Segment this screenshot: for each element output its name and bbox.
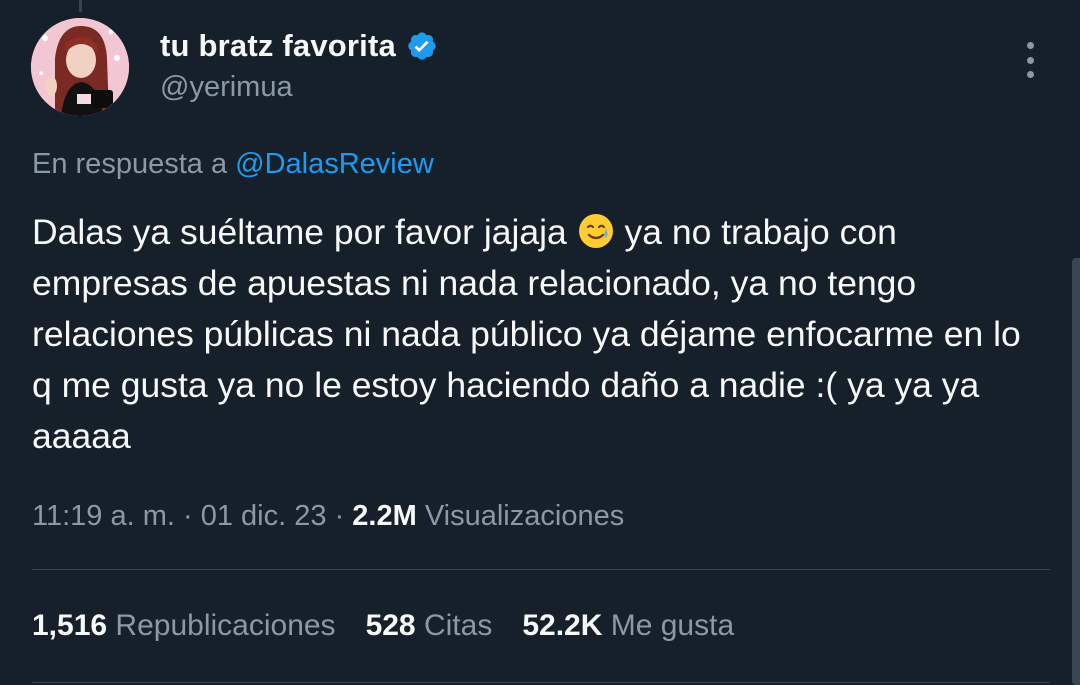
- more-dot-icon: [1026, 71, 1034, 78]
- tweet-date[interactable]: 01 dic. 23: [201, 500, 327, 532]
- more-dot-icon: [1026, 42, 1034, 49]
- smiling-face-with-tear-icon: [577, 212, 615, 250]
- meta-separator: ·: [334, 500, 345, 532]
- reposts-count: 1,516: [32, 609, 108, 642]
- avatar[interactable]: [31, 18, 129, 116]
- likes-count: 52.2K: [522, 609, 603, 642]
- verified-badge-icon: [406, 30, 438, 62]
- thread-connector-line: [79, 0, 82, 12]
- tweet-time[interactable]: 11:19 a. m.: [32, 500, 175, 532]
- quotes-label: Citas: [423, 609, 493, 642]
- reply-context: En respuesta a @DalasReview: [32, 148, 434, 181]
- tweet-text-part-1: Dalas ya suéltame por favor jajaja: [32, 212, 577, 252]
- reposts-label: Republicaciones: [115, 609, 336, 642]
- reposts-stat[interactable]: 1,516 Republicaciones: [32, 609, 336, 643]
- reply-prefix: En respuesta a: [32, 148, 236, 180]
- quotes-count: 528: [365, 609, 416, 642]
- author-handle[interactable]: @yerimua: [160, 71, 293, 104]
- likes-stat[interactable]: 52.2K Me gusta: [522, 609, 734, 643]
- reply-mention-link[interactable]: @DalasReview: [235, 148, 434, 180]
- divider: [32, 682, 1050, 683]
- views-label: Visualizaciones: [424, 500, 625, 532]
- avatar-image: [31, 18, 129, 116]
- tweet-text: Dalas ya suéltame por favor jajaja ya no…: [32, 207, 1042, 462]
- more-dot-icon: [1026, 56, 1034, 64]
- author-name-row[interactable]: tu bratz favorita: [160, 28, 438, 64]
- divider: [32, 569, 1050, 570]
- more-options-button[interactable]: [1018, 42, 1042, 78]
- views-count: 2.2M: [352, 500, 417, 532]
- quotes-stat[interactable]: 528 Citas: [366, 609, 493, 643]
- likes-label: Me gusta: [610, 609, 735, 642]
- scrollbar[interactable]: [1072, 258, 1080, 685]
- author-display-name[interactable]: tu bratz favorita: [160, 28, 396, 64]
- tweet-metadata: 11:19 a. m. · 01 dic. 23 · 2.2M Visualiz…: [32, 500, 624, 533]
- meta-separator: ·: [183, 500, 193, 532]
- engagement-stats: 1,516 Republicaciones 528 Citas 52.2K Me…: [32, 609, 734, 643]
